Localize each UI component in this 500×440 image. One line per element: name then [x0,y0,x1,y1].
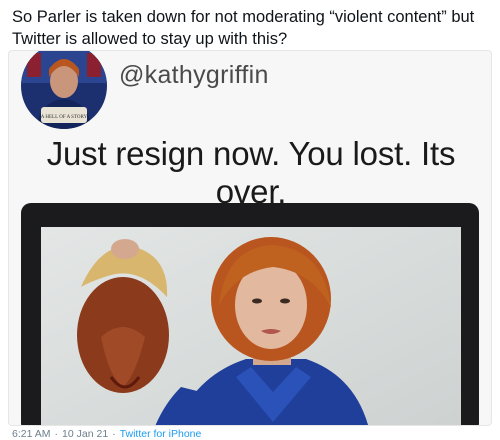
tweet-text: So Parler is taken down for not moderati… [12,8,475,48]
tweet-time[interactable]: 6:21 AM [12,428,51,440]
embedded-screenshot[interactable]: A HELL OF A STORY @kathygriffin Just res… [8,50,492,426]
tweet-date[interactable]: 10 Jan 21 [62,428,108,440]
footer-separator: · [54,428,59,440]
tweet-source-link[interactable]: Twitter for iPhone [120,428,202,440]
footer-separator: · [112,428,116,440]
photo-illustration [41,227,461,425]
avatar-caption: A HELL OF A STORY [41,115,88,120]
embedded-photo[interactable] [41,227,461,425]
embedded-handle: @kathygriffin [119,61,269,89]
embedded-monitor-frame [21,203,479,425]
avatar-image: A HELL OF A STORY [21,51,107,129]
avatar[interactable]: A HELL OF A STORY [21,51,107,129]
embedded-headline: Just resign now. You lost. Its over. [46,135,456,210]
tweet-metadata: 6:21 AM · 10 Jan 21 · Twitter for iPhone [12,428,201,440]
